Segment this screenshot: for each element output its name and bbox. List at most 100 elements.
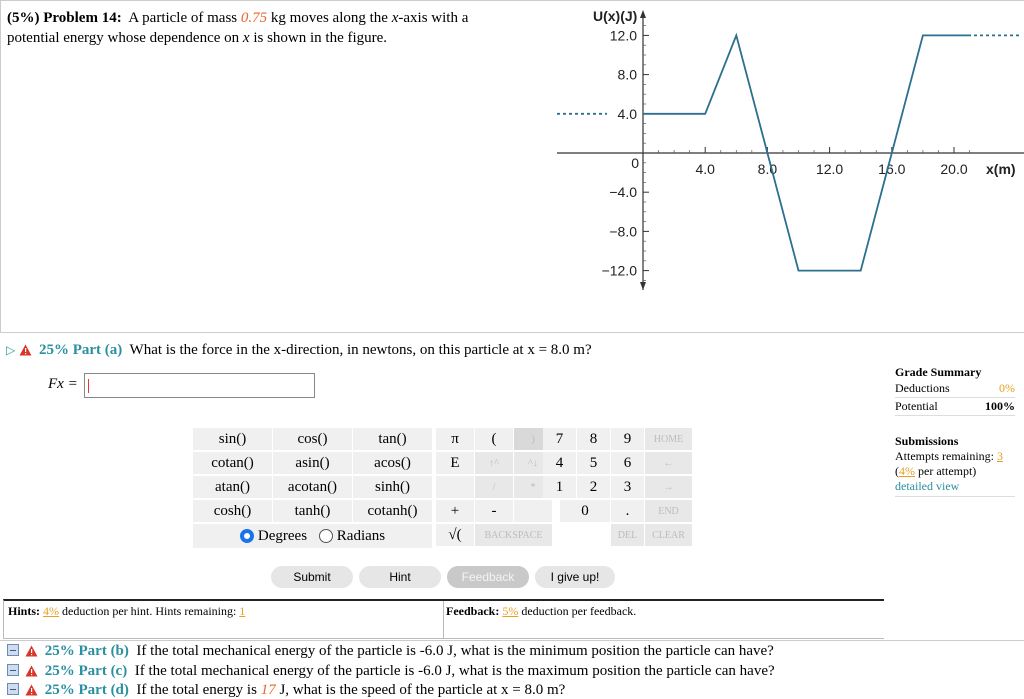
calc-symbol-key[interactable]: (: [475, 428, 513, 450]
mass-value: 0.75: [240, 10, 268, 26]
potential-energy-graph: 12.0 8.0 4.0 0 −4.0 −8.0 −12.0 4.0 8.0 12.0 16.0 20…: [557, 8, 1024, 290]
calc-symbol-key[interactable]: E: [436, 452, 474, 474]
problem-weight: (5%): [7, 10, 40, 26]
hint-button[interactable]: Hint: [359, 566, 441, 588]
y-tick-label: 0: [631, 155, 639, 171]
expand-arrow-icon[interactable]: ▷: [6, 343, 15, 357]
feedback-info: Feedback: 5% deduction per feedback.: [446, 604, 637, 618]
x-tick-label: 4.0: [695, 161, 715, 177]
potential-row: Potential 100%: [895, 398, 1015, 416]
y-tick-label: −8.0: [609, 223, 637, 239]
calc-func-key[interactable]: acos(): [353, 452, 432, 474]
calc-number-key[interactable]: 6: [611, 452, 644, 474]
calc-func-key[interactable]: cosh(): [193, 500, 272, 522]
part-c-row[interactable]: 25% Part (c) If the total mechanical ene…: [7, 663, 775, 680]
x-axis-label: x(m): [986, 161, 1016, 177]
calc-symbol-key[interactable]: -: [475, 500, 513, 522]
calc-func-key[interactable]: cotan(): [193, 452, 272, 474]
x-tick-label: 20.0: [940, 161, 967, 177]
grade-summary: Grade Summary Deductions 0% Potential 10…: [895, 365, 1015, 497]
part-a-header[interactable]: ▷ 25% Part (a) What is the force in the …: [6, 342, 592, 359]
answer-input[interactable]: [84, 373, 315, 398]
calc-symbol-key[interactable]: √(: [436, 524, 474, 546]
collapse-icon[interactable]: [7, 644, 19, 656]
calc-func-key[interactable]: tanh(): [273, 500, 352, 522]
y-tick-label: −12.0: [602, 263, 638, 279]
answer-label: Fx =: [48, 376, 78, 392]
separator: [0, 640, 1024, 641]
calc-func-key[interactable]: acotan(): [273, 476, 352, 498]
calc-number-key[interactable]: 5: [577, 452, 610, 474]
y-axis-arrow: [640, 10, 646, 18]
part-b-row[interactable]: 25% Part (b) If the total mechanical ene…: [7, 643, 774, 660]
calc-number-key[interactable]: .: [611, 500, 644, 522]
calc-number-key[interactable]: 0: [560, 500, 610, 522]
calc-func-key[interactable]: sin(): [193, 428, 272, 450]
calc-number-key[interactable]: 9: [611, 428, 644, 450]
calc-symbol-key[interactable]: π: [436, 428, 474, 450]
hints-info: Hints: 4% deduction per hint. Hints rema…: [8, 604, 246, 618]
part-a-question: What is the force in the x-direction, in…: [129, 342, 592, 358]
calc-number-key[interactable]: 4: [543, 452, 576, 474]
divider: [443, 601, 444, 639]
angle-mode-selector: Degrees Radians: [193, 524, 432, 548]
calc-symbol-key[interactable]: ↑^: [475, 452, 513, 474]
collapse-icon[interactable]: [7, 664, 19, 676]
y-axis-arrow: [640, 282, 646, 290]
hints-feedback-bar: Hints: 4% deduction per hint. Hints rema…: [3, 599, 884, 639]
degrees-label[interactable]: Degrees: [258, 528, 307, 545]
calc-symbol-key[interactable]: [514, 500, 552, 522]
give-up-button[interactable]: I give up!: [535, 566, 615, 588]
collapse-icon[interactable]: [7, 683, 19, 695]
y-tick-label: 12.0: [610, 27, 637, 43]
calc-number-key[interactable]: →: [645, 476, 692, 498]
calc-number-key[interactable]: 1: [543, 476, 576, 498]
calc-number-key[interactable]: 3: [611, 476, 644, 498]
part-d-row[interactable]: 25% Part (d) If the total energy is 17 J…: [7, 682, 565, 699]
degrees-radio[interactable]: [239, 529, 254, 543]
calc-number-key[interactable]: 8: [577, 428, 610, 450]
text-cursor: [88, 379, 89, 393]
calc-symbol-key[interactable]: /: [475, 476, 513, 498]
y-axis-label: U(x)(J): [593, 8, 637, 24]
calc-func-key[interactable]: sinh(): [353, 476, 432, 498]
warning-icon: [25, 684, 38, 696]
calc-number-key[interactable]: 2: [577, 476, 610, 498]
y-tick-label: −4.0: [609, 184, 637, 200]
submit-button[interactable]: Submit: [271, 566, 353, 588]
calc-symbol-key[interactable]: BACKSPACE: [475, 524, 552, 546]
calc-func-key[interactable]: cotanh(): [353, 500, 432, 522]
calc-number-key[interactable]: HOME: [645, 428, 692, 450]
calc-func-key[interactable]: cos(): [273, 428, 352, 450]
problem-label: Problem 14:: [43, 10, 122, 26]
x-tick-label: 16.0: [878, 161, 905, 177]
feedback-button[interactable]: Feedback: [447, 566, 529, 588]
y-tick-label: 4.0: [618, 106, 638, 122]
calc-func-key[interactable]: asin(): [273, 452, 352, 474]
x-tick-label: 8.0: [758, 161, 778, 177]
attempts-remaining: Attempts remaining: 3 (4% per attempt): [895, 449, 1003, 478]
calc-symbol-key[interactable]: [436, 476, 474, 498]
warning-icon: [19, 344, 32, 356]
y-tick-label: 8.0: [618, 67, 638, 83]
radians-label[interactable]: Radians: [337, 528, 385, 545]
part-a-label: Part (a): [72, 342, 123, 358]
calc-number-key[interactable]: END: [645, 500, 692, 522]
x-tick-label: 12.0: [816, 161, 843, 177]
calc-number-key[interactable]: CLEAR: [645, 524, 692, 546]
calc-number-key[interactable]: DEL: [611, 524, 644, 546]
submissions-title: Submissions: [895, 434, 959, 448]
calc-number-key[interactable]: 7: [543, 428, 576, 450]
problem-statement: (5%) Problem 14: A particle of mass 0.75…: [7, 10, 469, 46]
hints-remaining: 1: [239, 604, 246, 618]
radians-radio[interactable]: [318, 529, 333, 543]
grade-summary-title: Grade Summary: [895, 365, 982, 379]
deductions-row: Deductions 0%: [895, 380, 1015, 398]
warning-icon: [25, 645, 38, 657]
calc-symbol-key[interactable]: +: [436, 500, 474, 522]
calc-func-key[interactable]: tan(): [353, 428, 432, 450]
calc-number-key[interactable]: ←: [645, 452, 692, 474]
calc-func-key[interactable]: atan(): [193, 476, 272, 498]
detailed-view-link[interactable]: detailed view: [895, 479, 1015, 497]
warning-icon: [25, 665, 38, 677]
